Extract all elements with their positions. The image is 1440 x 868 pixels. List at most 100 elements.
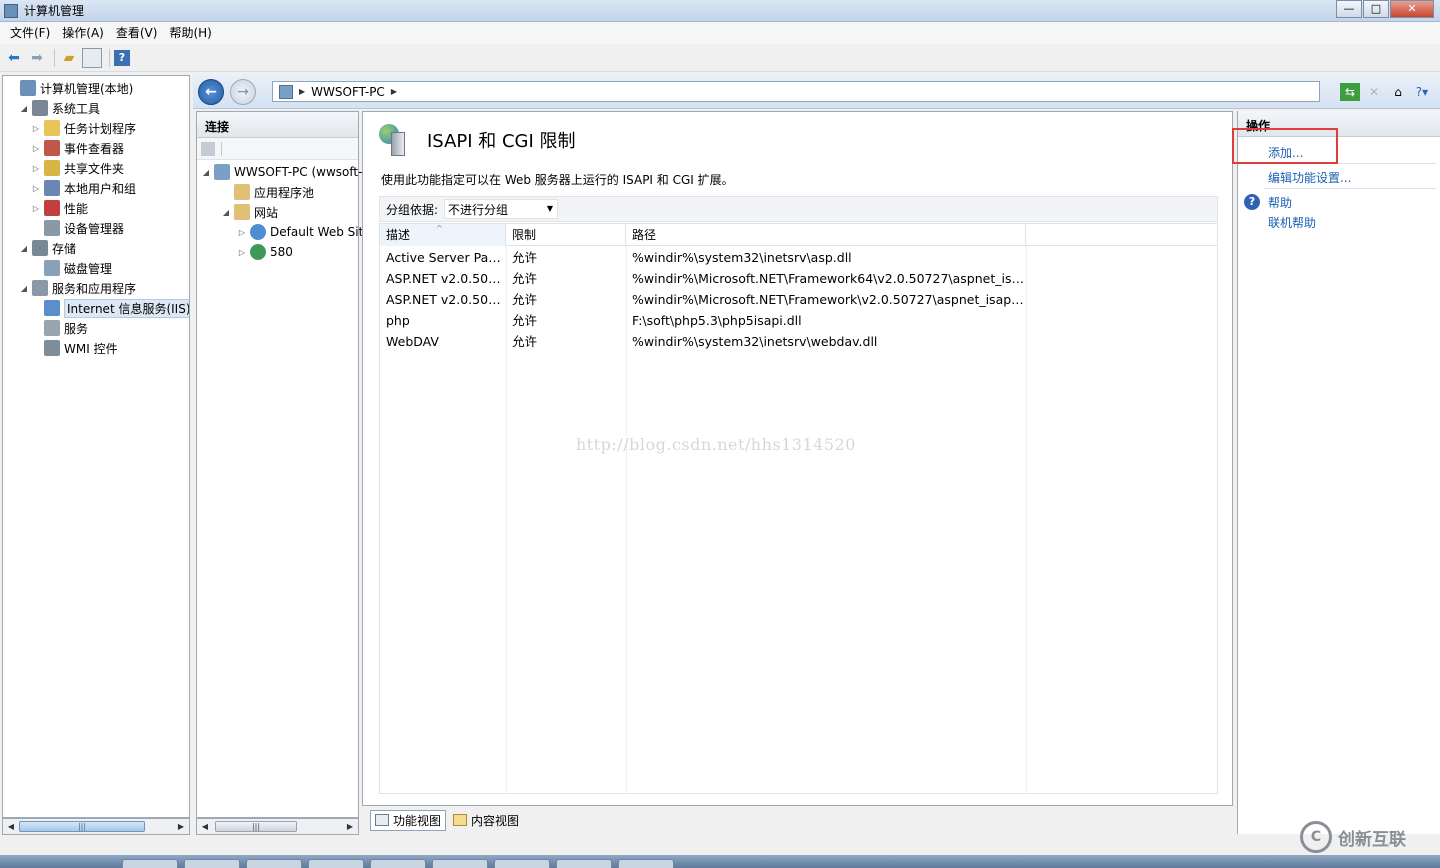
column-path[interactable]: 路径 <box>626 224 1026 246</box>
breadcrumb-separator-icon[interactable]: ▶ <box>391 87 397 96</box>
taskbar-app[interactable] <box>122 859 178 868</box>
scroll-thumb[interactable]: ||| <box>215 821 297 832</box>
tab-features-view[interactable]: 功能视图 <box>370 809 447 831</box>
watermark-text: http://blog.csdn.net/hhs1314520 <box>576 435 856 454</box>
expand-icon[interactable]: ▷ <box>237 248 247 257</box>
help-dropdown-icon[interactable]: ?▾ <box>1412 83 1432 101</box>
up-folder-icon[interactable]: ▰ <box>59 48 79 68</box>
maximize-button[interactable]: □ <box>1363 0 1389 18</box>
column-restriction[interactable]: 限制 <box>506 224 626 246</box>
taskbar-app[interactable] <box>432 859 488 868</box>
tree-item[interactable]: WMI 控件 <box>31 338 118 358</box>
refresh-icon[interactable]: ⇆ <box>1340 83 1360 101</box>
column-description[interactable]: ^ 描述 <box>380 224 506 246</box>
tree-item[interactable]: 计算机管理(本地) <box>7 78 133 98</box>
home-icon[interactable]: ⌂ <box>1388 83 1408 101</box>
table-row[interactable]: ASP.NET v2.0.50727 允许 %windir%\Microsoft.N… <box>380 289 1217 310</box>
tree-item[interactable]: Internet 信息服务(IIS)管理器 <box>31 298 189 318</box>
tree-item[interactable]: ▷ 共享文件夹 <box>31 158 124 178</box>
scroll-right-icon[interactable]: ▶ <box>175 821 187 832</box>
scroll-left-icon[interactable]: ◀ <box>5 821 17 832</box>
expand-icon[interactable]: ▷ <box>31 204 41 213</box>
collapse-icon[interactable]: ◢ <box>19 284 29 293</box>
performance-icon <box>44 200 60 216</box>
tree-item[interactable]: 服务 <box>31 318 88 338</box>
help-icon[interactable]: ? <box>114 49 130 66</box>
disk-icon <box>44 260 60 276</box>
tree-item[interactable]: ▷ 性能 <box>31 198 88 218</box>
gear-icon <box>44 320 60 336</box>
table-row[interactable]: Active Server Pages 允许 %windir%\system32\i… <box>380 247 1217 268</box>
taskbar-app[interactable] <box>184 859 240 868</box>
restrictions-table: ^ 描述 限制 路径 Active Server Pages 允许 %windir%… <box>379 223 1218 794</box>
table-row[interactable]: ASP.NET v2.0.50727 允许 %windir%\Microsoft.N… <box>380 268 1217 289</box>
menu-view[interactable]: 查看(V) <box>110 23 164 43</box>
collapse-icon[interactable]: ◢ <box>19 104 29 113</box>
tree-item[interactable]: 设备管理器 <box>31 218 124 238</box>
collapse-icon[interactable]: ◢ <box>19 244 29 253</box>
address-bar: ← → ▶ WWSOFT-PC ▶ ⇆ ✕ ⌂ ?▾ <box>193 75 1440 109</box>
table-row[interactable]: php 允许 F:\soft\php5.3\php5isapi.dll <box>380 310 1217 331</box>
taskbar-app[interactable] <box>308 859 364 868</box>
taskbar-app[interactable] <box>370 859 426 868</box>
address-input[interactable]: ▶ WWSOFT-PC ▶ <box>272 81 1320 102</box>
expand-icon[interactable]: ▷ <box>31 124 41 133</box>
expand-icon[interactable]: ▷ <box>237 228 247 237</box>
connect-icon[interactable] <box>201 141 215 156</box>
breadcrumb-server[interactable]: WWSOFT-PC <box>311 85 385 99</box>
help-link[interactable]: 帮助 <box>1268 194 1292 211</box>
expand-icon[interactable]: ▷ <box>31 184 41 193</box>
tree-item-label: 共享文件夹 <box>64 161 125 176</box>
connections-tree-item[interactable]: ◢ 网站 <box>221 202 278 222</box>
expand-icon[interactable]: ▷ <box>31 164 41 173</box>
group-by-select[interactable]: 不进行分组 ▼ <box>444 199 559 219</box>
collapse-icon[interactable]: ◢ <box>221 208 231 217</box>
connections-item-label: 网站 <box>254 205 279 220</box>
menu-action[interactable]: 操作(A) <box>56 23 110 43</box>
window-controls: — □ ✕ <box>1335 0 1434 18</box>
tree-item[interactable]: ◢ 存储 <box>19 238 76 258</box>
tree-item[interactable]: ▷ 本地用户和组 <box>31 178 136 198</box>
scroll-right-icon[interactable]: ▶ <box>344 821 356 832</box>
table-header: ^ 描述 限制 路径 <box>380 224 1217 246</box>
table-row[interactable]: WebDAV 允许 %windir%\system32\inetsrv\webdav… <box>380 331 1217 352</box>
console-tree-hscrollbar[interactable]: ◀ ||| ▶ <box>2 818 190 835</box>
tree-item[interactable]: ◢ 服务和应用程序 <box>19 278 136 298</box>
back-icon[interactable]: ← <box>198 79 224 105</box>
minimize-button[interactable]: — <box>1336 0 1362 18</box>
menu-help[interactable]: 帮助(H) <box>163 23 217 43</box>
tree-item-label: WMI 控件 <box>64 341 118 356</box>
tree-item[interactable]: ◢ 系统工具 <box>19 98 100 118</box>
back-arrow-icon[interactable]: ⬅ <box>4 48 24 68</box>
tab-content-view[interactable]: 内容视图 <box>449 810 523 831</box>
annotation-highlight-box <box>1232 128 1338 164</box>
forward-arrow-icon[interactable]: ➡ <box>27 48 47 68</box>
show-hide-tree-icon[interactable] <box>82 47 102 68</box>
online-help-link[interactable]: 联机帮助 <box>1268 214 1316 231</box>
tools-icon <box>32 100 48 116</box>
collapse-icon[interactable]: ◢ <box>201 168 211 177</box>
taskbar-app[interactable] <box>494 859 550 868</box>
scroll-left-icon[interactable]: ◀ <box>199 821 211 832</box>
taskbar-app[interactable] <box>618 859 674 868</box>
edit-feature-settings-link[interactable]: 编辑功能设置... <box>1268 169 1351 186</box>
breadcrumb-separator-icon[interactable]: ▶ <box>299 87 305 96</box>
tree-item[interactable]: 磁盘管理 <box>31 258 112 278</box>
connections-tree-item[interactable]: ▷ 580 <box>237 242 293 262</box>
close-button[interactable]: ✕ <box>1390 0 1434 18</box>
scroll-thumb[interactable]: ||| <box>19 821 145 832</box>
cell-path: %windir%\Microsoft.NET\Framework\v2.0.50… <box>632 292 1026 307</box>
connections-tree-item[interactable]: ▷ Default Web Site <box>237 222 371 242</box>
taskbar-app[interactable] <box>556 859 612 868</box>
connections-hscrollbar[interactable]: ◀ ||| ▶ <box>196 818 359 835</box>
tree-item-label: 服务和应用程序 <box>52 281 137 296</box>
taskbar-app[interactable] <box>246 859 302 868</box>
stop-icon[interactable]: ✕ <box>1364 83 1384 101</box>
event-viewer-icon <box>44 140 60 156</box>
expand-icon[interactable]: ▷ <box>31 144 41 153</box>
connections-tree-item[interactable]: 应用程序池 <box>221 182 314 202</box>
tree-item[interactable]: ▷ 任务计划程序 <box>31 118 136 138</box>
tree-item[interactable]: ▷ 事件查看器 <box>31 138 124 158</box>
forward-icon[interactable]: → <box>230 79 256 105</box>
menu-file[interactable]: 文件(F) <box>4 23 56 43</box>
